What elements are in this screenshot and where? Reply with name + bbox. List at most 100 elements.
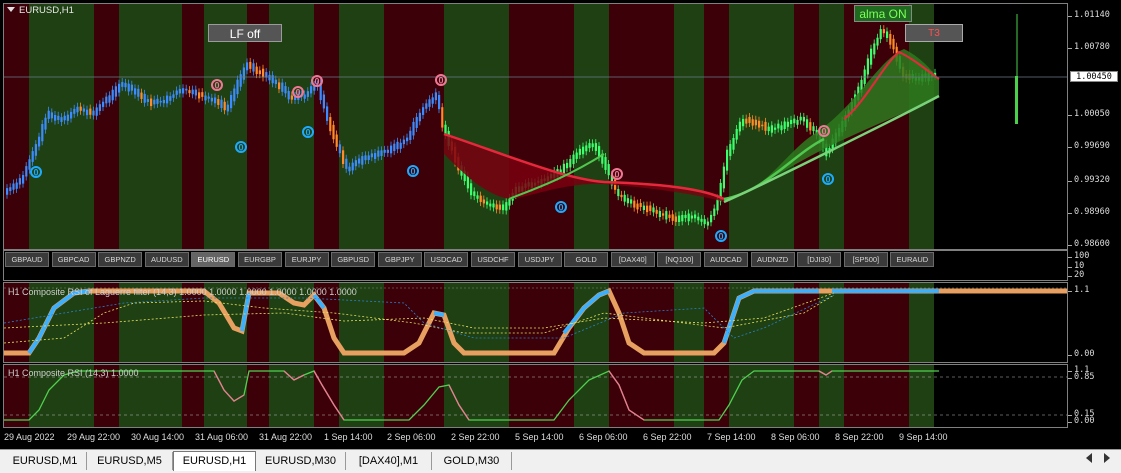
candle-body (246, 62, 249, 71)
candle-body (153, 99, 156, 105)
symbol-button-usdjpy[interactable]: USDJPY (517, 252, 562, 267)
candle-body (578, 148, 581, 155)
candle-body (342, 150, 345, 164)
indicator2-pane[interactable] (3, 364, 1068, 428)
symbol-button-gbpusd[interactable]: GBPUSD (331, 252, 376, 267)
candle-body (396, 141, 399, 150)
session-band (574, 365, 609, 427)
candle-body (882, 29, 885, 34)
symbol-button-gbpjpy[interactable]: GBPJPY (377, 252, 422, 267)
signal-marker-label: 0 (438, 76, 443, 86)
chart-title[interactable]: EURUSD,H1 (7, 5, 74, 16)
candle-body (127, 83, 130, 92)
candle-body (617, 189, 620, 197)
candle-body (486, 201, 489, 205)
symbol-button-usdcad[interactable]: USDCAD (424, 252, 469, 267)
candle-body (370, 153, 373, 158)
symbol-button-dji30[interactable]: [DJI30] (797, 252, 842, 267)
symbol-button-eurusd[interactable]: EURUSD (191, 252, 236, 267)
session-band (182, 4, 204, 249)
candle-body (607, 164, 610, 176)
time-label: 8 Sep 06:00 (771, 432, 820, 442)
symbol-button-audnzd[interactable]: AUDNZD (750, 252, 795, 267)
symbol-button-gbpnzd[interactable]: GBPNZD (98, 252, 143, 267)
axis-tick: 0.00 (1067, 349, 1095, 359)
chart-tab-eurusdm1[interactable]: EURUSD,M1 (4, 452, 87, 470)
candle-body (166, 95, 169, 104)
candle-body (156, 98, 159, 104)
candle-body (886, 31, 889, 38)
candle-body (82, 108, 85, 112)
candle-body (431, 97, 434, 104)
candle-body (745, 118, 748, 124)
tab-scroll-left-icon[interactable] (1086, 453, 1092, 463)
candle-body (639, 203, 642, 207)
symbol-button-audcad[interactable]: AUDCAD (704, 252, 748, 267)
chart-tab-goldm30[interactable]: GOLD,M30 (432, 452, 512, 470)
session-band (934, 283, 1067, 362)
t3-toggle-button[interactable]: T3 (905, 24, 963, 42)
candle-body (102, 101, 105, 107)
time-label: 30 Aug 14:00 (131, 432, 185, 442)
chart-tab-eurusdm5[interactable]: EURUSD,M5 (87, 452, 173, 470)
symbol-button-audusd[interactable]: AUDUSD (144, 252, 189, 267)
candle-body (758, 120, 761, 128)
chart-tab-dax40m1[interactable]: [DAX40],M1 (346, 452, 432, 470)
session-band (384, 365, 444, 427)
symbol-button-eurjpy[interactable]: EURJPY (284, 252, 329, 267)
session-band (794, 283, 819, 362)
candle-body (57, 115, 60, 120)
session-band (729, 283, 794, 362)
candle-body (268, 74, 271, 81)
axis-tick: 0.00 (1067, 416, 1095, 426)
chart-tab-eurusdm30[interactable]: EURUSD,M30 (256, 452, 346, 470)
candle-body (191, 89, 194, 95)
candle-body (690, 215, 693, 219)
candle-body (226, 104, 229, 112)
session-band (674, 4, 704, 249)
composite-rsi-plot[interactable] (4, 365, 1067, 427)
symbol-button-euraud[interactable]: EURAUD (890, 252, 935, 267)
candle-body (729, 144, 732, 157)
tab-scroll-right-icon[interactable] (1104, 453, 1110, 463)
symbol-button-dax40[interactable]: [DAX40] (610, 252, 655, 267)
candle-body (249, 61, 252, 69)
price-axis[interactable]: 1.01140 1.00780 1.00050 0.99690 0.99320 … (1068, 3, 1121, 250)
session-band (934, 365, 1067, 427)
candle-body (348, 166, 351, 172)
candle-body (354, 160, 357, 167)
candle-body (713, 208, 716, 216)
time-label: 6 Sep 06:00 (579, 432, 628, 442)
candle-body (751, 119, 754, 126)
candle-body (502, 204, 505, 211)
symbol-button-sp500[interactable]: [SP500] (843, 252, 888, 267)
candle-body (799, 116, 802, 121)
session-band (819, 283, 844, 362)
symbol-button-gold[interactable]: GOLD (564, 252, 609, 267)
candle-body (889, 33, 892, 45)
time-axis[interactable]: 29 Aug 2022 29 Aug 22:00 30 Aug 14:00 31 Au… (0, 428, 1121, 448)
alma-toggle-button[interactable]: alma ON (854, 5, 912, 22)
symbol-button-gbpcad[interactable]: GBPCAD (51, 252, 96, 267)
candle-body (386, 149, 389, 153)
candle-body (393, 143, 396, 152)
candle-body (671, 214, 674, 221)
candle-body (716, 198, 719, 211)
candle-body (806, 119, 809, 128)
price-tick: 0.98600 (1068, 239, 1110, 249)
lf-toggle-button[interactable]: LF off (208, 24, 282, 42)
session-band (844, 365, 909, 427)
candle-body (879, 29, 882, 40)
symbol-button-nq100[interactable]: [NQ100] (657, 252, 702, 267)
session-band (339, 365, 384, 427)
dropdown-triangle-icon[interactable] (7, 7, 15, 12)
candle-body (60, 117, 63, 122)
symbol-button-eurgbp[interactable]: EURGBP (238, 252, 282, 267)
chart-tab-eurusdh1[interactable]: EURUSD,H1 (173, 451, 256, 471)
candle-body (332, 124, 335, 140)
symbol-button-usdchf[interactable]: USDCHF (471, 252, 515, 267)
candle-body (9, 187, 12, 192)
candle-body (25, 166, 28, 177)
signal-marker-label: 0 (214, 81, 219, 91)
symbol-button-gbpaud[interactable]: GBPAUD (5, 252, 49, 267)
